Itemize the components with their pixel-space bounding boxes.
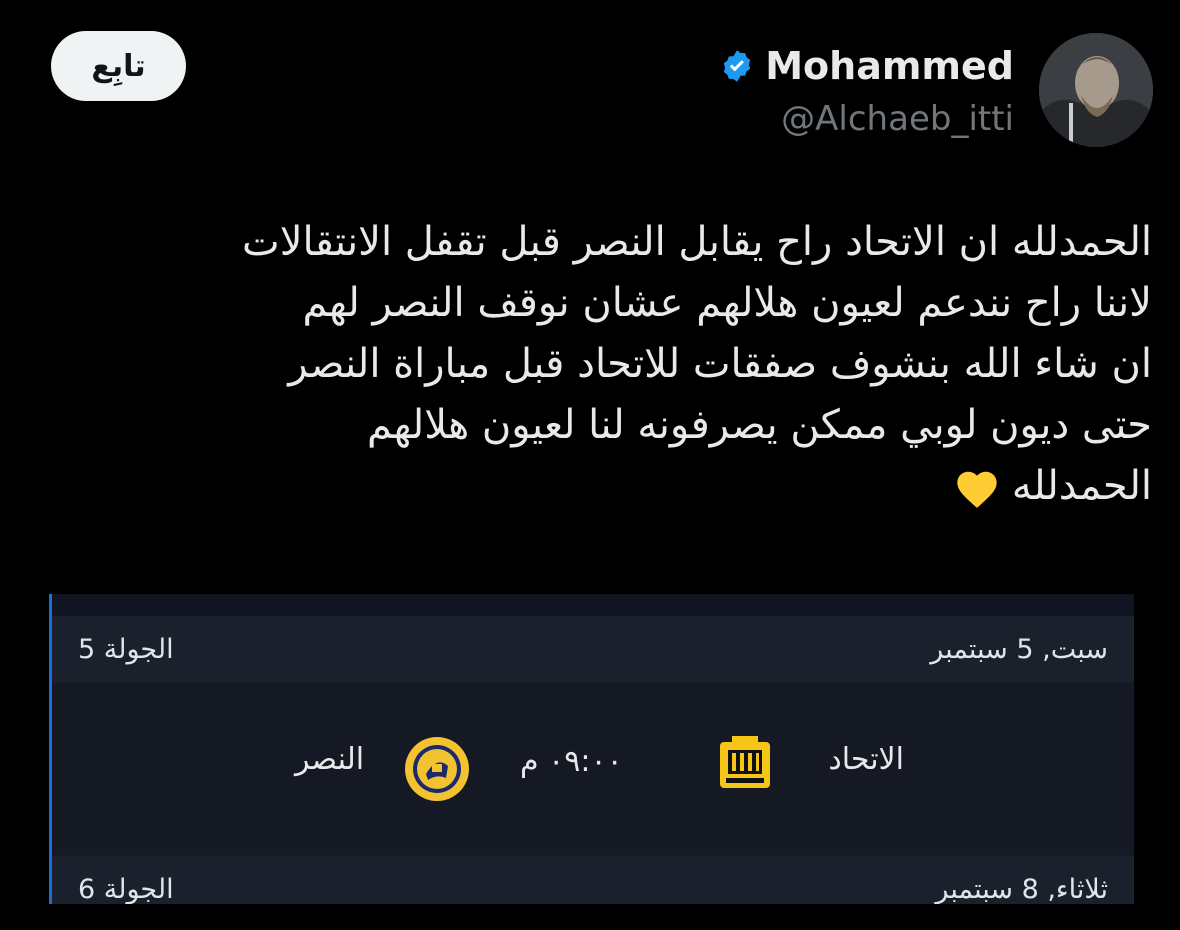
match-row[interactable]: النصر ٠٩:٠٠ م الاتحاد xyxy=(52,684,1134,846)
round-header: الجولة 5 سبت, 5 سبتمبر xyxy=(52,616,1134,682)
card-top-bar xyxy=(52,594,1134,616)
home-team-name: الاتحاد xyxy=(828,742,904,777)
round-date: سبت, 5 سبتمبر xyxy=(930,633,1108,665)
avatar-image xyxy=(1039,33,1153,147)
user-handle[interactable]: @Alchaeb_itti xyxy=(719,96,1014,142)
tweet-text: الحمدلله ان الاتحاد راح يقابل النصر قبل … xyxy=(112,212,1152,517)
ittihad-logo-icon xyxy=(720,736,770,788)
nassr-logo-icon xyxy=(405,737,469,801)
avatar[interactable] xyxy=(1039,33,1153,147)
round-date: ثلاثاء, 8 سبتمبر xyxy=(935,873,1108,905)
round-label: الجولة 6 xyxy=(78,873,174,905)
tweet-line-last: الحمدلله xyxy=(112,456,1152,517)
follow-button[interactable]: تابِع xyxy=(51,31,186,101)
round-label: الجولة 5 xyxy=(78,633,174,665)
match-time: ٠٩:٠٠ م xyxy=(520,744,623,779)
tweet-line-text: الحمدلله xyxy=(1011,463,1152,509)
display-name[interactable]: Mohammed xyxy=(765,40,1014,92)
verified-badge-icon xyxy=(724,50,751,82)
tweet-line: ان شاء الله بنشوف صفقات للاتحاد قبل مبار… xyxy=(288,341,1152,387)
tweet-line: حتى ديون لوبي ممكن يصرفونه لنا لعيون هلا… xyxy=(366,402,1152,448)
tweet-line: الحمدلله ان الاتحاد راح يقابل النصر قبل … xyxy=(242,219,1152,265)
fixtures-card[interactable]: الجولة 5 سبت, 5 سبتمبر النصر ٠٩:٠٠ م الا… xyxy=(49,594,1134,904)
round-header: الجولة 6 ثلاثاء, 8 سبتمبر xyxy=(52,856,1134,904)
user-block: Mohammed @Alchaeb_itti xyxy=(719,40,1014,142)
tweet-line: لاننا راح نندعم لعيون هلالهم عشان نوقف ا… xyxy=(302,280,1152,326)
yellow-heart-icon xyxy=(957,471,997,508)
away-team-name: النصر xyxy=(295,742,365,777)
